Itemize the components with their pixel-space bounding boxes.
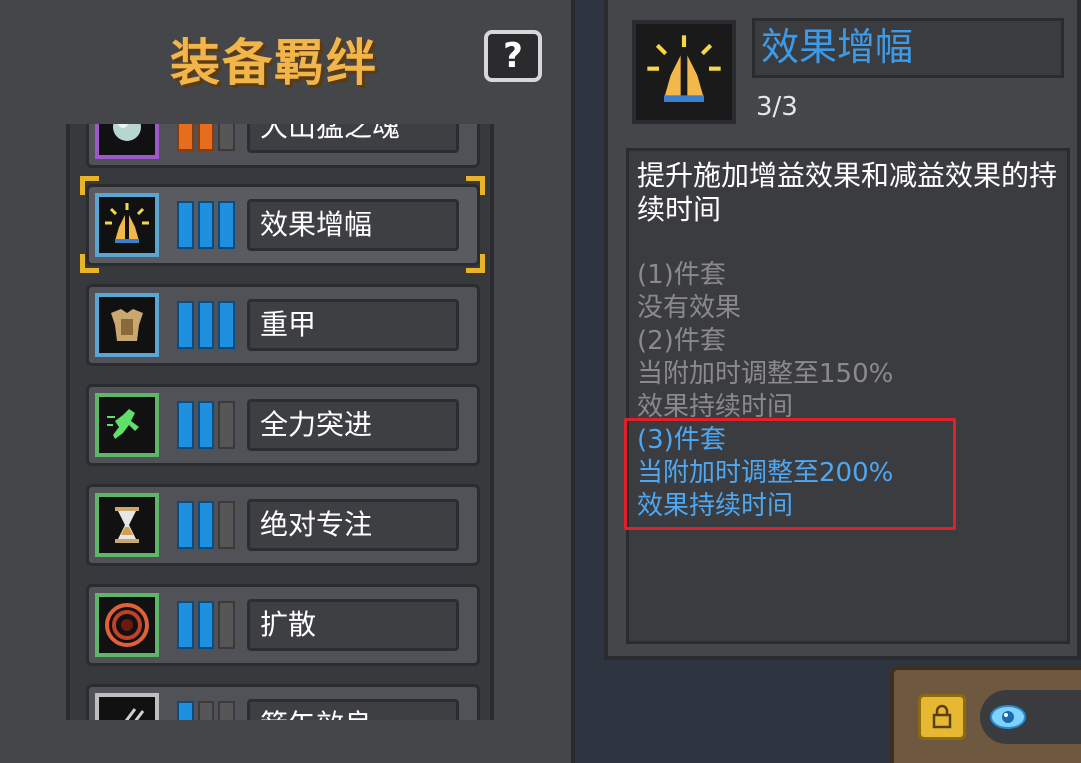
list-item[interactable]: 全力突进 bbox=[86, 384, 480, 466]
lock-button[interactable] bbox=[918, 694, 966, 740]
description-box[interactable]: 提升施加增益效果和减益效果的持续时间 (1)件套 没有效果 (2)件套 当附加时… bbox=[626, 148, 1070, 644]
list-item[interactable]: 扩散 bbox=[86, 584, 480, 666]
panel-title: 装备羁绊 bbox=[170, 34, 378, 92]
hourglass-icon bbox=[95, 493, 159, 557]
set-progress-bars bbox=[177, 201, 236, 249]
list-item-selected[interactable]: 效果增幅 bbox=[86, 184, 480, 266]
active-tier-highlight bbox=[624, 418, 956, 530]
tier-2-header: (2)件套 bbox=[637, 326, 726, 356]
help-button[interactable]: ? bbox=[484, 30, 542, 82]
orb-icon bbox=[95, 124, 159, 159]
selection-corner bbox=[466, 254, 485, 273]
selection-corner bbox=[80, 176, 99, 195]
list-item-label: 全力突进 bbox=[247, 399, 459, 451]
description-text: 提升施加增益效果和减益效果的持续时间 bbox=[637, 159, 1058, 226]
list-item[interactable]: 大山猛之魂 bbox=[86, 124, 480, 168]
list-item-label: 重甲 bbox=[247, 299, 459, 351]
list-item[interactable]: 箭矢效良 bbox=[86, 684, 480, 720]
set-progress-bars bbox=[177, 701, 236, 720]
tier-1-header: (1)件套 bbox=[637, 260, 726, 290]
armor-icon bbox=[95, 293, 159, 357]
set-count: 3/3 bbox=[756, 92, 798, 122]
list-item-label: 扩散 bbox=[247, 599, 459, 651]
lock-icon bbox=[932, 704, 952, 729]
selection-corner bbox=[80, 254, 99, 273]
view-toggle-button[interactable] bbox=[980, 690, 1081, 744]
set-progress-bars bbox=[177, 601, 236, 649]
ripple-icon bbox=[95, 593, 159, 657]
list-item-label: 大山猛之魂 bbox=[247, 124, 459, 153]
set-bonus-panel: 装备羁绊 ? 大山猛之魂 效果增幅 重甲 全力突进 绝对专注 扩散 bbox=[0, 0, 575, 763]
set-progress-bars bbox=[177, 401, 236, 449]
praying-hands-icon bbox=[632, 20, 736, 124]
list-item[interactable]: 重甲 bbox=[86, 284, 480, 366]
list-item-label: 绝对专注 bbox=[247, 499, 459, 551]
list-item-label: 箭矢效良 bbox=[247, 699, 459, 720]
tier-1-effect: 没有效果 bbox=[637, 293, 742, 323]
list-item[interactable]: 绝对专注 bbox=[86, 484, 480, 566]
detail-title: 效果增幅 bbox=[752, 18, 1064, 78]
list-item-label: 效果增幅 bbox=[247, 199, 459, 251]
set-progress-bars bbox=[177, 124, 236, 151]
eye-icon bbox=[990, 705, 1026, 729]
selection-corner bbox=[466, 176, 485, 195]
set-progress-bars bbox=[177, 501, 236, 549]
set-list[interactable]: 大山猛之魂 效果增幅 重甲 全力突进 绝对专注 扩散 bbox=[66, 124, 494, 720]
set-progress-bars bbox=[177, 301, 236, 349]
help-icon: ? bbox=[503, 36, 523, 76]
tier-2-effect: 当附加时调整至150% bbox=[637, 359, 894, 389]
dash-icon bbox=[95, 393, 159, 457]
arrows-icon bbox=[95, 693, 159, 720]
praying-hands-icon bbox=[95, 193, 159, 257]
